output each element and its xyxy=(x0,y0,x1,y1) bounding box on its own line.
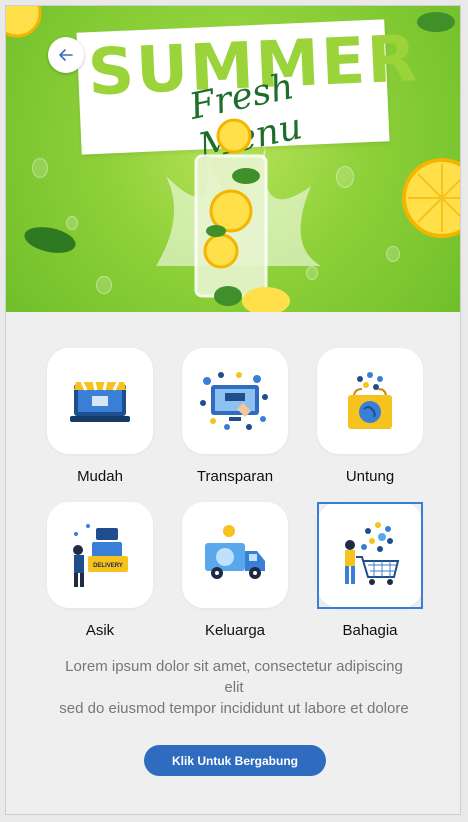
feature-label: Asik xyxy=(85,622,115,639)
selection-highlight xyxy=(317,502,423,609)
feature-label: Bahagia xyxy=(342,622,398,639)
feature-label: Keluarga xyxy=(204,622,266,639)
water-drop xyxy=(32,158,48,178)
lemon-slice-icon xyxy=(402,158,460,238)
join-button[interactable]: Klik Untuk Bergabung xyxy=(144,745,326,776)
water-drop xyxy=(386,246,400,262)
arrow-left-icon xyxy=(59,49,73,61)
leaf-icon xyxy=(24,227,76,253)
feature-tile-untung[interactable] xyxy=(317,348,423,454)
feature-tile-transparan[interactable] xyxy=(182,348,288,454)
feature-tile-keluarga[interactable] xyxy=(182,502,288,608)
description-line: Lorem ipsum dolor sit amet, consectetur … xyxy=(65,658,403,675)
water-drop xyxy=(336,166,354,188)
back-button[interactable] xyxy=(48,37,84,73)
leaf-icon xyxy=(417,12,455,32)
delivery-person-icon: DELIVERY xyxy=(73,524,128,587)
lemon-slice-icon xyxy=(6,6,42,38)
feature-label: Untung xyxy=(345,468,395,485)
app-frame: SUMMER Fresh Menu xyxy=(5,5,461,815)
feature-label: Mudah xyxy=(77,468,123,485)
delivery-truck-icon xyxy=(205,525,265,579)
shopping-bag-icon xyxy=(348,372,392,429)
feature-label: Transparan xyxy=(196,468,274,485)
digital-payment-icon xyxy=(200,372,268,430)
feature-tile-mudah[interactable] xyxy=(47,348,153,454)
summer-menu-banner: SUMMER Fresh Menu xyxy=(6,6,460,312)
description-text: Lorem ipsum dolor sit amet, consectetur … xyxy=(46,656,422,719)
description-line: elit xyxy=(224,679,244,696)
water-drop xyxy=(96,276,112,294)
feature-tile-asik[interactable]: DELIVERY xyxy=(47,502,153,608)
svg-text:DELIVERY: DELIVERY xyxy=(93,563,123,569)
description-line: sed do eiusmod tempor incididunt ut labo… xyxy=(59,700,409,717)
laptop-shop-icon xyxy=(70,381,130,422)
lemon-drink-glass-icon xyxy=(156,118,321,312)
